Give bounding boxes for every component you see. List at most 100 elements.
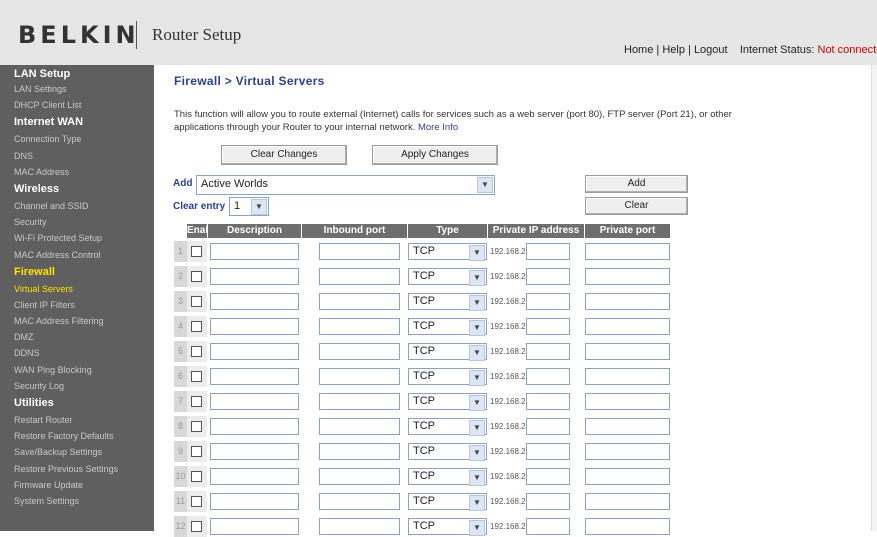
sidebar-item-virtual-servers[interactable]: Virtual Servers [0, 281, 154, 297]
private-ip-input[interactable] [526, 318, 570, 335]
private-ip-input[interactable] [526, 243, 570, 260]
description-input[interactable] [210, 243, 299, 260]
description-input[interactable] [210, 293, 299, 310]
sidebar-item-mac-address-filtering[interactable]: MAC Address Filtering [0, 313, 154, 329]
chevron-down-icon[interactable]: ▼ [469, 520, 485, 536]
scrollbar[interactable] [871, 65, 877, 531]
chevron-down-icon[interactable]: ▼ [469, 470, 485, 486]
private-port-input[interactable] [585, 443, 670, 460]
private-ip-input[interactable] [526, 268, 570, 285]
enable-checkbox[interactable] [191, 271, 202, 282]
clear-entry-select[interactable]: 1 ▼ [229, 197, 269, 216]
private-port-input[interactable] [585, 468, 670, 485]
sidebar-item-wifi-protected-setup[interactable]: Wi-Fi Protected Setup [0, 230, 154, 246]
description-input[interactable] [210, 468, 299, 485]
enable-checkbox[interactable] [191, 321, 202, 332]
type-select[interactable]: TCP▼ [408, 293, 487, 310]
sidebar-item-channel-ssid[interactable]: Channel and SSID [0, 198, 154, 214]
inbound-port-input[interactable] [319, 318, 400, 335]
description-input[interactable] [210, 518, 299, 535]
clear-button[interactable]: Clear [585, 197, 688, 215]
add-button[interactable]: Add [585, 175, 688, 193]
private-ip-input[interactable] [526, 368, 570, 385]
private-port-input[interactable] [585, 343, 670, 360]
type-select[interactable]: TCP▼ [408, 493, 487, 510]
private-port-input[interactable] [585, 493, 670, 510]
inbound-port-input[interactable] [319, 243, 400, 260]
private-port-input[interactable] [585, 418, 670, 435]
private-port-input[interactable] [585, 518, 670, 535]
type-select[interactable]: TCP▼ [408, 518, 487, 535]
type-select[interactable]: TCP▼ [408, 418, 487, 435]
sidebar-item-ddns[interactable]: DDNS [0, 345, 154, 361]
description-input[interactable] [210, 393, 299, 410]
private-port-input[interactable] [585, 318, 670, 335]
chevron-down-icon[interactable]: ▼ [251, 199, 267, 215]
private-ip-input[interactable] [526, 343, 570, 360]
clear-changes-button[interactable]: Clear Changes [221, 145, 347, 165]
chevron-down-icon[interactable]: ▼ [469, 395, 485, 411]
chevron-down-icon[interactable]: ▼ [477, 177, 493, 193]
inbound-port-input[interactable] [319, 468, 400, 485]
enable-checkbox[interactable] [191, 496, 202, 507]
chevron-down-icon[interactable]: ▼ [469, 445, 485, 461]
sidebar-item-mac-address-control[interactable]: MAC Address Control [0, 247, 154, 263]
logout-link[interactable]: Logout [694, 44, 728, 56]
sidebar-item-restore-factory-defaults[interactable]: Restore Factory Defaults [0, 428, 154, 444]
chevron-down-icon[interactable]: ▼ [469, 370, 485, 386]
inbound-port-input[interactable] [319, 268, 400, 285]
inbound-port-input[interactable] [319, 443, 400, 460]
sidebar-item-dns[interactable]: DNS [0, 148, 154, 164]
add-service-select[interactable]: Active Worlds ▼ [196, 175, 495, 195]
enable-checkbox[interactable] [191, 371, 202, 382]
type-select[interactable]: TCP▼ [408, 268, 487, 285]
more-info-link[interactable]: More Info [418, 122, 458, 133]
description-input[interactable] [210, 318, 299, 335]
private-ip-input[interactable] [526, 418, 570, 435]
chevron-down-icon[interactable]: ▼ [469, 495, 485, 511]
sidebar-item-dhcp-client-list[interactable]: DHCP Client List [0, 97, 154, 113]
inbound-port-input[interactable] [319, 393, 400, 410]
sidebar-item-security-log[interactable]: Security Log [0, 378, 154, 394]
type-select[interactable]: TCP▼ [408, 368, 487, 385]
home-link[interactable]: Home [624, 44, 653, 56]
sidebar-item-security[interactable]: Security [0, 214, 154, 230]
private-ip-input[interactable] [526, 518, 570, 535]
chevron-down-icon[interactable]: ▼ [469, 420, 485, 436]
sidebar-item-restore-previous-settings[interactable]: Restore Previous Settings [0, 461, 154, 477]
type-select[interactable]: TCP▼ [408, 318, 487, 335]
inbound-port-input[interactable] [319, 343, 400, 360]
description-input[interactable] [210, 343, 299, 360]
description-input[interactable] [210, 268, 299, 285]
sidebar-item-firmware-update[interactable]: Firmware Update [0, 477, 154, 493]
inbound-port-input[interactable] [319, 418, 400, 435]
type-select[interactable]: TCP▼ [408, 468, 487, 485]
chevron-down-icon[interactable]: ▼ [469, 345, 485, 361]
description-input[interactable] [210, 443, 299, 460]
sidebar-item-restart-router[interactable]: Restart Router [0, 412, 154, 428]
private-ip-input[interactable] [526, 468, 570, 485]
private-port-input[interactable] [585, 243, 670, 260]
enable-checkbox[interactable] [191, 246, 202, 257]
private-port-input[interactable] [585, 293, 670, 310]
sidebar-item-wan-ping-blocking[interactable]: WAN Ping Blocking [0, 362, 154, 378]
chevron-down-icon[interactable]: ▼ [469, 295, 485, 311]
enable-checkbox[interactable] [191, 296, 202, 307]
description-input[interactable] [210, 418, 299, 435]
private-port-input[interactable] [585, 268, 670, 285]
enable-checkbox[interactable] [191, 346, 202, 357]
sidebar-item-client-ip-filters[interactable]: Client IP Filters [0, 297, 154, 313]
inbound-port-input[interactable] [319, 293, 400, 310]
sidebar-item-dmz[interactable]: DMZ [0, 329, 154, 345]
apply-changes-button[interactable]: Apply Changes [372, 145, 498, 165]
chevron-down-icon[interactable]: ▼ [469, 320, 485, 336]
type-select[interactable]: TCP▼ [408, 443, 487, 460]
inbound-port-input[interactable] [319, 518, 400, 535]
private-ip-input[interactable] [526, 443, 570, 460]
enable-checkbox[interactable] [191, 446, 202, 457]
chevron-down-icon[interactable]: ▼ [469, 270, 485, 286]
private-port-input[interactable] [585, 368, 670, 385]
type-select[interactable]: TCP▼ [408, 393, 487, 410]
private-ip-input[interactable] [526, 493, 570, 510]
type-select[interactable]: TCP▼ [408, 343, 487, 360]
